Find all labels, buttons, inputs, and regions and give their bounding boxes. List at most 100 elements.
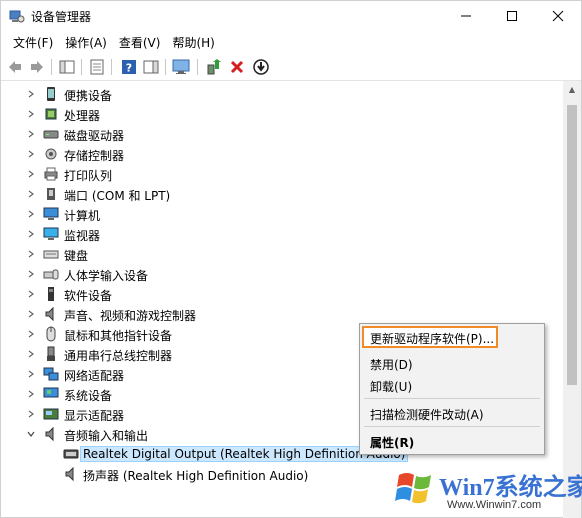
tree-item[interactable]: 磁盘驱动器	[1, 124, 561, 144]
show-hide-tree-icon[interactable]	[57, 57, 77, 77]
toolbar-separator	[81, 59, 82, 75]
menu-file[interactable]: 文件(F)	[7, 31, 59, 53]
update-driver-icon[interactable]	[203, 57, 223, 77]
windows-logo-icon	[393, 465, 439, 511]
tree-item-label: 键盘	[64, 249, 89, 263]
tree-item-label: 通用串行总线控制器	[64, 349, 173, 363]
chevron-right-icon[interactable]	[25, 288, 37, 300]
properties-icon[interactable]	[87, 57, 107, 77]
chevron-right-icon[interactable]	[25, 108, 37, 120]
menu-help[interactable]: 帮助(H)	[166, 31, 220, 53]
chevron-right-icon[interactable]	[25, 408, 37, 420]
monitor-icon	[43, 226, 59, 242]
toolbar-separator	[51, 59, 52, 75]
tree-item[interactable]: 监视器	[1, 224, 561, 244]
chevron-right-icon[interactable]	[25, 168, 37, 180]
tree-item-label: 存储控制器	[64, 149, 125, 163]
audio-icon	[43, 426, 59, 442]
download-driver-icon[interactable]	[251, 57, 271, 77]
disk-drive-icon	[43, 126, 59, 142]
digital-output-icon	[63, 446, 79, 462]
tree-item[interactable]: 打印队列	[1, 164, 561, 184]
tree-item[interactable]: 便携设备	[1, 84, 561, 104]
chevron-right-icon[interactable]	[25, 368, 37, 380]
title-bar: 设备管理器	[1, 1, 581, 31]
ctx-scan-hardware[interactable]: 扫描检测硬件改动(A)	[362, 402, 542, 424]
menu-bar: 文件(F) 操作(A) 查看(V) 帮助(H)	[1, 31, 581, 53]
tree-item-label: 监视器	[64, 229, 101, 243]
printer-icon	[43, 166, 59, 182]
tree-item[interactable]: 处理器	[1, 104, 561, 124]
speaker-icon	[63, 466, 79, 482]
tree-item-label: 鼠标和其他指针设备	[64, 329, 173, 343]
chevron-right-icon[interactable]	[25, 88, 37, 100]
tree-item[interactable]: 声音、视频和游戏控制器	[1, 304, 561, 324]
ctx-uninstall[interactable]: 卸载(U)	[362, 374, 542, 396]
chevron-right-icon[interactable]	[25, 188, 37, 200]
network-adapter-icon	[43, 366, 59, 382]
speaker-icon	[43, 306, 59, 322]
display-adapter-icon	[43, 406, 59, 422]
tree-item-label: 软件设备	[64, 289, 113, 303]
menu-action[interactable]: 操作(A)	[59, 31, 113, 53]
tree-item[interactable]: 端口 (COM 和 LPT)	[1, 184, 561, 204]
tree-item-label: 显示适配器	[64, 409, 125, 423]
port-icon	[43, 186, 59, 202]
chevron-down-icon[interactable]	[25, 428, 37, 440]
tree-item[interactable]: 人体学输入设备	[1, 264, 561, 284]
chevron-right-icon[interactable]	[25, 388, 37, 400]
tree-item[interactable]: 计算机	[1, 204, 561, 224]
ctx-update-driver[interactable]: 更新驱动程序软件(P)...	[362, 326, 498, 348]
chevron-right-icon[interactable]	[25, 348, 37, 360]
tree-item-label: 便携设备	[64, 89, 113, 103]
tree-item-label: 声音、视频和游戏控制器	[64, 309, 197, 323]
chevron-right-icon[interactable]	[25, 308, 37, 320]
software-device-icon	[43, 286, 59, 302]
window-title: 设备管理器	[31, 10, 92, 24]
keyboard-icon	[43, 246, 59, 262]
vertical-scrollbar[interactable]: ▲	[563, 81, 581, 518]
chevron-right-icon[interactable]	[25, 128, 37, 140]
toolbar-separator	[111, 59, 112, 75]
action-pane-icon[interactable]	[141, 57, 161, 77]
toolbar: ?	[1, 53, 581, 81]
tree-item-label: 磁盘驱动器	[64, 129, 125, 143]
ctx-separator	[364, 426, 540, 427]
chevron-right-icon[interactable]	[25, 208, 37, 220]
tree-item-label: 计算机	[64, 209, 101, 223]
chevron-right-icon[interactable]	[25, 148, 37, 160]
tree-item-label: 人体学输入设备	[64, 269, 149, 283]
toolbar-separator	[165, 59, 166, 75]
usb-icon	[43, 346, 59, 362]
device-manager-icon	[9, 8, 25, 24]
processor-icon	[43, 106, 59, 122]
monitor-scan-icon[interactable]	[171, 57, 191, 77]
tree-item[interactable]: 键盘	[1, 244, 561, 264]
chevron-right-icon[interactable]	[25, 248, 37, 260]
watermark: Win7系统之家 Www.Winwin7.com	[393, 463, 582, 517]
chevron-right-icon[interactable]	[25, 228, 37, 240]
uninstall-x-icon[interactable]	[227, 57, 247, 77]
toolbar-separator	[197, 59, 198, 75]
device-manager-window: 设备管理器 文件(F) 操作(A) 查看(V) 帮助(H) ? 便携设备 处理器…	[0, 0, 582, 518]
ctx-properties[interactable]: 属性(R)	[362, 430, 542, 452]
minimize-button[interactable]	[443, 1, 489, 31]
tree-item-label: 音频输入和输出	[64, 429, 149, 443]
tree-item[interactable]: 软件设备	[1, 284, 561, 304]
menu-view[interactable]: 查看(V)	[113, 31, 167, 53]
tree-item[interactable]: 存储控制器	[1, 144, 561, 164]
watermark-brand: Win7系统之家	[439, 475, 582, 501]
chevron-right-icon[interactable]	[25, 328, 37, 340]
close-button[interactable]	[535, 1, 581, 31]
tree-item-label: 网络适配器	[64, 369, 125, 383]
ctx-separator	[364, 398, 540, 399]
back-arrow-icon[interactable]	[5, 57, 25, 77]
maximize-button[interactable]	[489, 1, 535, 31]
hid-icon	[43, 266, 59, 282]
scroll-up-arrow-icon[interactable]: ▲	[563, 81, 581, 98]
forward-arrow-icon[interactable]	[27, 57, 47, 77]
scroll-thumb[interactable]	[567, 105, 577, 385]
help-icon[interactable]: ?	[119, 57, 139, 77]
ctx-disable[interactable]: 禁用(D)	[362, 352, 542, 374]
chevron-right-icon[interactable]	[25, 268, 37, 280]
